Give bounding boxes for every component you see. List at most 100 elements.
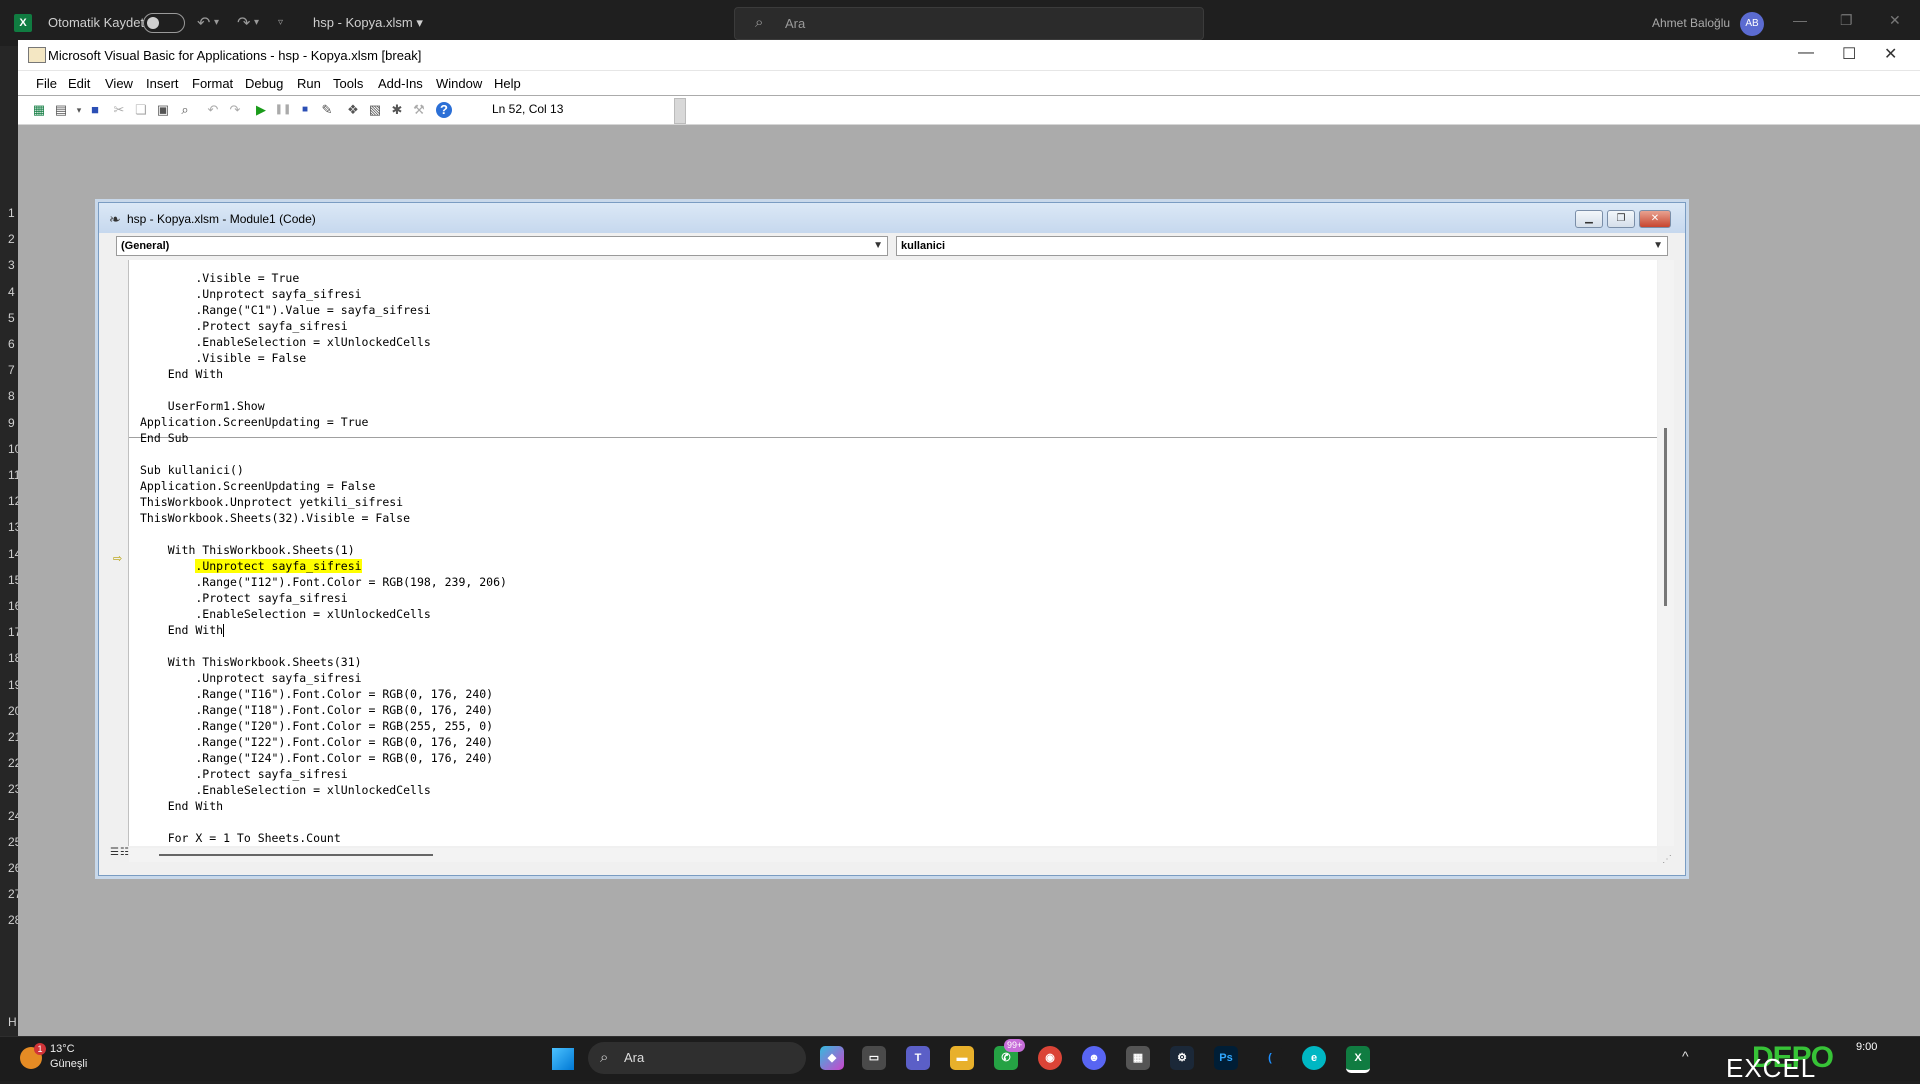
design-mode-icon[interactable]: ✎ <box>318 101 336 119</box>
vbe-close-icon[interactable]: ✕ <box>1884 44 1897 64</box>
taskbar-search[interactable]: ⌕ Ara <box>588 1042 806 1074</box>
code-close-button[interactable]: ✕ <box>1639 210 1671 228</box>
properties-icon[interactable]: ▧ <box>366 101 384 119</box>
code-line[interactable]: .Range("I12").Font.Color = RGB(198, 239,… <box>140 574 507 590</box>
vertical-scroll-thumb[interactable] <box>1664 428 1667 606</box>
customize-qat-icon[interactable]: ▿ <box>278 17 283 28</box>
start-button[interactable] <box>552 1048 574 1070</box>
code-line[interactable]: Application.ScreenUpdating = True <box>140 414 368 430</box>
code-line[interactable]: .Protect sayfa_sifresi <box>140 318 347 334</box>
teams-icon[interactable]: T <box>906 1046 930 1070</box>
code-line[interactable]: End With <box>140 798 223 814</box>
menu-addins[interactable]: Add-Ins <box>378 76 423 91</box>
find-icon[interactable]: ⌕ <box>176 101 194 119</box>
code-line[interactable]: .Range("I16").Font.Color = RGB(0, 176, 2… <box>140 686 493 702</box>
code-line[interactable]: .Unprotect sayfa_sifresi <box>140 670 361 686</box>
object-browser-icon[interactable]: ✱ <box>388 101 406 119</box>
undo-icon[interactable]: ↶ <box>204 101 222 119</box>
excel-file-name[interactable]: hsp - Kopya.xlsm ▾ <box>313 15 423 31</box>
steam-icon[interactable]: ⚙ <box>1170 1046 1194 1070</box>
menu-view[interactable]: View <box>105 76 133 91</box>
photoshop-icon[interactable]: Ps <box>1214 1046 1238 1070</box>
paste-icon[interactable]: ▣ <box>154 101 172 119</box>
code-line[interactable]: .EnableSelection = xlUnlockedCells <box>140 606 430 622</box>
menu-file[interactable]: File <box>36 76 57 91</box>
insert-userform-icon[interactable]: ▤ <box>52 101 70 119</box>
code-line[interactable]: .Visible = True <box>140 270 299 286</box>
code-line[interactable]: .Range("I24").Font.Color = RGB(0, 176, 2… <box>140 750 493 766</box>
menu-edit[interactable]: Edit <box>68 76 90 91</box>
menu-tools[interactable]: Tools <box>333 76 363 91</box>
object-combo[interactable]: (General) ▼ <box>116 236 888 256</box>
calculator-icon[interactable]: ▦ <box>1126 1046 1150 1070</box>
discord-icon[interactable]: ☻ <box>1082 1046 1106 1070</box>
full-module-view-icon[interactable]: ☷ <box>120 847 129 858</box>
code-line[interactable]: .Range("C1").Value = sayfa_sifresi <box>140 302 430 318</box>
copy-icon[interactable]: ❏ <box>132 101 150 119</box>
code-line[interactable]: .Range("I20").Font.Color = RGB(255, 255,… <box>140 718 493 734</box>
save-icon[interactable]: ■ <box>86 101 104 119</box>
browser-icon[interactable]: e <box>1302 1046 1326 1070</box>
chrome-icon[interactable]: ◉ <box>1038 1046 1062 1070</box>
code-line[interactable]: With ThisWorkbook.Sheets(1) <box>140 542 355 558</box>
horizontal-scroll-thumb[interactable] <box>159 854 433 856</box>
vbe-maximize-icon[interactable]: ☐ <box>1842 44 1856 64</box>
code-line[interactable]: Sub kullanici() <box>140 462 244 478</box>
vertical-scrollbar[interactable] <box>1658 260 1674 846</box>
file-explorer-icon[interactable]: ▬ <box>950 1046 974 1070</box>
reset-icon[interactable]: ■ <box>296 101 314 119</box>
code-line[interactable]: ThisWorkbook.Unprotect yetkili_sifresi <box>140 494 403 510</box>
code-line[interactable]: .Protect sayfa_sifresi <box>140 590 347 606</box>
clock[interactable]: 9:00 <box>1856 1041 1877 1053</box>
code-line[interactable]: UserForm1.Show <box>140 398 265 414</box>
code-minimize-button[interactable]: ▁ <box>1575 210 1603 228</box>
excel-taskbar-icon[interactable]: X <box>1346 1046 1370 1073</box>
copilot-icon[interactable]: ◆ <box>820 1046 844 1070</box>
excel-icon[interactable]: ▦ <box>30 101 48 119</box>
autosave-toggle[interactable] <box>143 13 185 33</box>
avatar[interactable]: AB <box>1740 12 1764 36</box>
code-line[interactable]: For X = 1 To Sheets.Count <box>140 830 341 846</box>
code-line[interactable]: .EnableSelection = xlUnlockedCells <box>140 334 430 350</box>
code-editor[interactable]: .Visible = True .Unprotect sayfa_sifresi… <box>129 260 1657 846</box>
excel-close-icon[interactable]: ✕ <box>1889 12 1901 29</box>
excel-minimize-icon[interactable]: — <box>1793 12 1807 28</box>
redo-icon[interactable]: ↷ <box>226 101 244 119</box>
task-view-icon[interactable]: ▭ <box>862 1046 886 1070</box>
cut-icon[interactable]: ✂ <box>110 101 128 119</box>
code-line[interactable]: .Protect sayfa_sifresi <box>140 766 347 782</box>
toolbar-options-handle[interactable] <box>674 98 686 124</box>
code-line[interactable]: .EnableSelection = xlUnlockedCells <box>140 782 430 798</box>
code-line[interactable]: End With <box>140 366 223 382</box>
menu-insert[interactable]: Insert <box>146 76 179 91</box>
menu-window[interactable]: Window <box>436 76 482 91</box>
menu-format[interactable]: Format <box>192 76 233 91</box>
run-icon[interactable]: ▶ <box>252 101 270 119</box>
redo-dropdown-icon[interactable]: ▾ <box>254 17 259 28</box>
tray-chevron-icon[interactable]: ^ <box>1682 1048 1689 1064</box>
menu-run[interactable]: Run <box>297 76 321 91</box>
code-line[interactable]: .Visible = False <box>140 350 306 366</box>
code-restore-button[interactable]: ❐ <box>1607 210 1635 228</box>
vbe-minimize-icon[interactable]: — <box>1798 44 1814 62</box>
procedure-view-icon[interactable]: ☰ <box>110 847 119 858</box>
code-line[interactable]: .Unprotect sayfa_sifresi <box>140 558 362 574</box>
code-line[interactable]: .Unprotect sayfa_sifresi <box>140 286 361 302</box>
user-name[interactable]: Ahmet Baloğlu <box>1652 16 1730 30</box>
menu-debug[interactable]: Debug <box>245 76 283 91</box>
code-line[interactable]: .Range("I22").Font.Color = RGB(0, 176, 2… <box>140 734 493 750</box>
project-explorer-icon[interactable]: ❖ <box>344 101 362 119</box>
code-line[interactable]: With ThisWorkbook.Sheets(31) <box>140 654 362 670</box>
code-window-titlebar[interactable]: ❧ hsp - Kopya.xlsm - Module1 (Code) ▁ ❐ … <box>99 203 1685 233</box>
menu-help[interactable]: Help <box>494 76 521 91</box>
code-line[interactable]: Application.ScreenUpdating = False <box>140 478 375 494</box>
break-icon[interactable]: ❚❚ <box>274 101 292 119</box>
excel-restore-icon[interactable]: ❐ <box>1840 12 1853 29</box>
code-line[interactable]: .Range("I18").Font.Color = RGB(0, 176, 2… <box>140 702 493 718</box>
redo-icon[interactable]: ↷ <box>237 13 250 33</box>
code-line[interactable]: End With <box>140 622 225 638</box>
undo-icon[interactable]: ↶ <box>197 13 210 33</box>
undo-dropdown-icon[interactable]: ▾ <box>214 17 219 28</box>
horizontal-scrollbar[interactable] <box>129 848 1657 862</box>
toolbox-icon[interactable]: ⚒ <box>410 101 428 119</box>
